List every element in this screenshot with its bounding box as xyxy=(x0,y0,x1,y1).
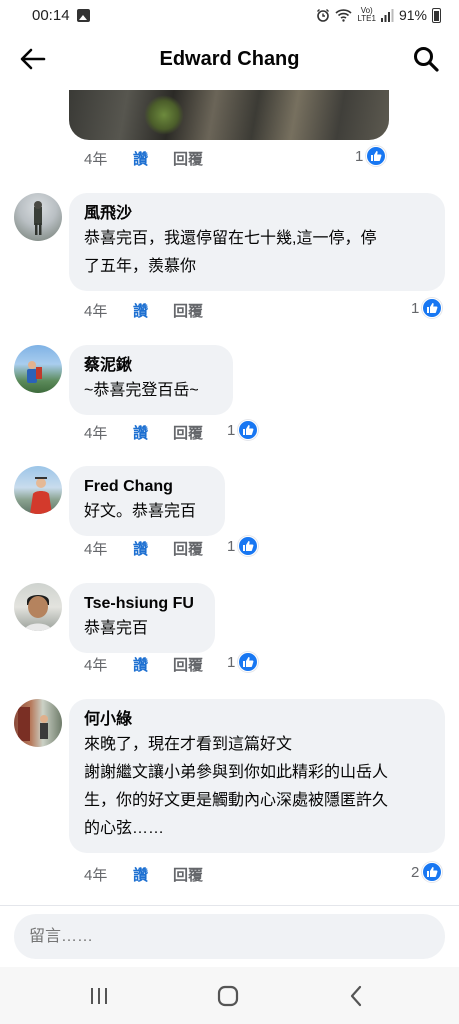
commenter-name[interactable]: 蔡泥鍬 xyxy=(84,355,219,377)
comment-text: 來晚了，現在才看到這篇好文 謝謝繼文讓小弟參與到你如此精彩的山岳人 生，你的好文… xyxy=(84,736,389,837)
comment-photo[interactable] xyxy=(69,90,389,140)
home-icon[interactable] xyxy=(215,983,241,1009)
reaction-number: 1 xyxy=(411,299,420,317)
comment-age: 4年 xyxy=(84,302,108,320)
avatar[interactable] xyxy=(14,345,62,393)
back-arrow-icon[interactable] xyxy=(18,44,48,74)
reaction-number: 1 xyxy=(227,421,236,439)
comment-bubble[interactable]: 風飛沙 恭喜完百，我還停留在七十幾,這一停，停 了五年，羨慕你 xyxy=(69,193,445,291)
thumbs-up-icon xyxy=(422,862,443,882)
comment-actions: 4年 讚 回覆 xyxy=(84,864,203,884)
comment-text: 恭喜完百，我還停留在七十幾,這一停，停 了五年，羨慕你 xyxy=(84,230,377,275)
reply-button[interactable]: 回覆 xyxy=(173,654,203,675)
comment-composer xyxy=(0,905,459,967)
comment-text: 恭喜完百 xyxy=(84,620,149,637)
status-time: 00:14 xyxy=(32,6,70,24)
comment-age: 4年 xyxy=(84,150,108,168)
thumbs-up-icon xyxy=(238,652,259,672)
reaction-number: 1 xyxy=(355,147,364,165)
like-button[interactable]: 讚 xyxy=(133,538,173,559)
comment-bubble[interactable]: Fred Chang 好文。恭喜完百 xyxy=(69,466,225,536)
reply-button[interactable]: 回覆 xyxy=(173,300,203,321)
reaction-count[interactable]: 1 xyxy=(227,651,259,673)
commenter-name[interactable]: Fred Chang xyxy=(84,476,211,498)
comment-age: 4年 xyxy=(84,656,108,674)
wifi-icon xyxy=(335,9,352,22)
comment-actions: 4年 讚 回覆 xyxy=(84,148,203,168)
comment-bubble[interactable]: 何小綠 來晚了，現在才看到這篇好文 謝謝繼文讓小弟參與到你如此精彩的山岳人 生，… xyxy=(69,699,445,853)
reaction-number: 2 xyxy=(411,863,420,881)
comment-actions: 4年 讚 回覆 xyxy=(84,300,203,320)
reply-button[interactable]: 回覆 xyxy=(173,148,203,169)
comment-actions: 4年 讚 回覆 xyxy=(84,538,203,558)
commenter-name[interactable]: Tse-hsiung FU xyxy=(84,593,201,615)
commenter-name[interactable]: 何小綠 xyxy=(84,709,431,731)
signal-icon xyxy=(380,8,394,22)
alarm-icon xyxy=(317,9,330,22)
thumbs-up-icon xyxy=(366,146,387,166)
reaction-count[interactable]: 1 xyxy=(411,297,443,319)
reaction-count[interactable]: 1 xyxy=(355,145,387,167)
reply-button[interactable]: 回覆 xyxy=(173,422,203,443)
battery-percent: 91% xyxy=(398,7,427,23)
reaction-number: 1 xyxy=(227,537,236,555)
avatar[interactable] xyxy=(14,193,62,241)
comment-bubble[interactable]: Tse-hsiung FU 恭喜完百 xyxy=(69,583,215,653)
reply-button[interactable]: 回覆 xyxy=(173,538,203,559)
thumbs-up-icon xyxy=(238,536,259,556)
like-button[interactable]: 讚 xyxy=(133,654,173,675)
like-button[interactable]: 讚 xyxy=(133,148,173,169)
reaction-count[interactable]: 1 xyxy=(227,535,259,557)
comment-age: 4年 xyxy=(84,424,108,442)
like-button[interactable]: 讚 xyxy=(133,300,173,321)
reaction-number: 1 xyxy=(227,653,236,671)
comment-text: ~恭喜完登百岳~ xyxy=(84,382,199,399)
back-nav-icon[interactable] xyxy=(344,983,370,1009)
battery-icon xyxy=(432,7,441,23)
comment-bubble[interactable]: 蔡泥鍬 ~恭喜完登百岳~ xyxy=(69,345,233,415)
comment-actions: 4年 讚 回覆 xyxy=(84,654,203,674)
comment-text: 好文。恭喜完百 xyxy=(84,503,197,520)
gallery-notification-icon xyxy=(76,8,90,22)
lte-indicator: Vo) LTE1 xyxy=(357,6,376,23)
reaction-count[interactable]: 2 xyxy=(411,861,443,883)
reply-button[interactable]: 回覆 xyxy=(173,864,203,885)
page-title: Edward Chang xyxy=(159,47,300,70)
top-app-bar: Edward Chang xyxy=(0,30,459,88)
commenter-name[interactable]: 風飛沙 xyxy=(84,203,431,225)
thumbs-up-icon xyxy=(238,420,259,440)
system-navigation-bar xyxy=(0,967,459,1024)
like-button[interactable]: 讚 xyxy=(133,422,173,443)
comment-input[interactable] xyxy=(14,914,445,959)
status-bar: 00:14 Vo) LTE1 91% xyxy=(0,0,459,30)
like-button[interactable]: 讚 xyxy=(133,864,173,885)
comment-age: 4年 xyxy=(84,540,108,558)
comment-actions: 4年 讚 回覆 xyxy=(84,422,203,442)
reaction-count[interactable]: 1 xyxy=(227,419,259,441)
status-icons: Vo) LTE1 91% xyxy=(316,7,441,23)
avatar[interactable] xyxy=(14,699,62,747)
avatar[interactable] xyxy=(14,583,62,631)
avatar[interactable] xyxy=(14,466,62,514)
thumbs-up-icon xyxy=(422,298,443,318)
recent-apps-icon[interactable] xyxy=(86,983,112,1009)
comment-age: 4年 xyxy=(84,866,108,884)
search-icon[interactable] xyxy=(411,44,441,74)
